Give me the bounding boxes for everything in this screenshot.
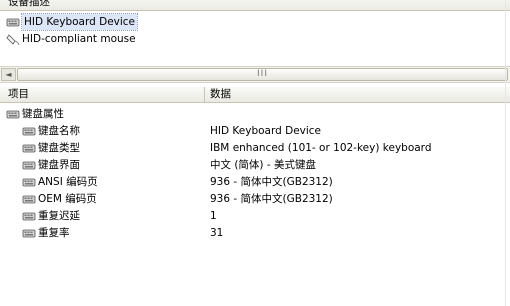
device-item-mouse[interactable]: HID-compliant mouse: [6, 31, 136, 47]
scroll-thumb[interactable]: III: [17, 68, 508, 81]
property-value: 中文 (简体) - 美式键盘: [210, 159, 316, 171]
property-label: 键盘名称: [38, 125, 80, 137]
property-row[interactable]: 键盘名称: [22, 123, 80, 139]
property-group-keyboard[interactable]: 键盘属性: [6, 106, 64, 122]
device-item-keyboard[interactable]: HID Keyboard Device: [6, 13, 139, 31]
mouse-icon: [6, 32, 20, 46]
property-label: 重复率: [38, 227, 70, 239]
property-group-label: 键盘属性: [22, 108, 64, 120]
property-label: 键盘界面: [38, 159, 80, 171]
property-value: IBM enhanced (101- or 102-key) keyboard: [210, 142, 432, 154]
property-row[interactable]: 重复率: [22, 225, 70, 241]
property-row[interactable]: OEM 编码页: [22, 191, 97, 207]
property-value: 31: [210, 227, 224, 239]
property-label: 键盘类型: [38, 142, 80, 154]
scroll-left-button[interactable]: ◄: [1, 68, 16, 81]
keyboard-icon: [22, 226, 36, 240]
column-header-data[interactable]: 数据: [205, 87, 510, 103]
property-value: 1: [210, 210, 217, 222]
property-label: ANSI 编码页: [38, 176, 98, 188]
keyboard-icon: [22, 192, 36, 206]
keyboard-icon: [22, 158, 36, 172]
keyboard-icon: [6, 107, 20, 121]
keyboard-icon: [6, 15, 20, 29]
property-row[interactable]: 键盘界面: [22, 157, 80, 173]
property-label: 重复迟延: [38, 210, 80, 222]
keyboard-icon: [22, 209, 36, 223]
pane-divider: [505, 0, 506, 306]
device-item-label: HID-compliant mouse: [22, 33, 136, 45]
horizontal-scrollbar[interactable]: ◄ III: [0, 66, 510, 83]
device-item-label: HID Keyboard Device: [20, 13, 139, 31]
keyboard-icon: [22, 124, 36, 138]
property-value: 936 - 简体中文(GB2312): [210, 176, 333, 188]
keyboard-icon: [22, 175, 36, 189]
property-label: OEM 编码页: [38, 193, 97, 205]
keyboard-icon: [22, 141, 36, 155]
column-header-item[interactable]: 项目: [0, 87, 205, 103]
property-row[interactable]: 键盘类型: [22, 140, 80, 156]
device-description-header[interactable]: 设备描述: [0, 0, 510, 11]
property-value: 936 - 简体中文(GB2312): [210, 193, 333, 205]
property-row[interactable]: 重复迟延: [22, 208, 80, 224]
property-value: HID Keyboard Device: [210, 125, 322, 137]
property-row[interactable]: ANSI 编码页: [22, 174, 98, 190]
